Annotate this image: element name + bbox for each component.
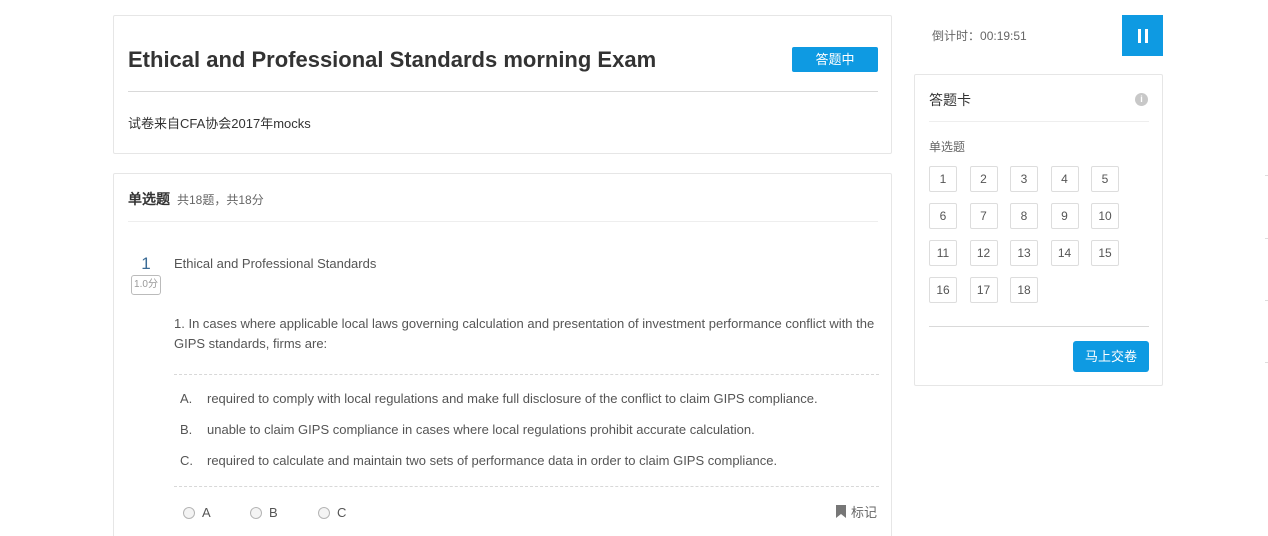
option-letter: C.: [180, 453, 193, 468]
mark-button[interactable]: 标记: [836, 502, 877, 521]
exam-description: 试卷来自CFA协会2017年mocks: [128, 116, 311, 131]
option-a: A. required to comply with local regulati…: [180, 391, 818, 406]
question-nav-8[interactable]: 8: [1010, 203, 1038, 229]
question-nav-11[interactable]: 11: [929, 240, 957, 266]
question-nav-1[interactable]: 1: [929, 166, 957, 192]
answer-radio-c[interactable]: C: [318, 505, 346, 520]
options-divider-top: [174, 374, 879, 375]
question-nav-18[interactable]: 18: [1010, 277, 1038, 303]
question-nav-2[interactable]: 2: [969, 166, 998, 192]
section-divider: [128, 221, 878, 222]
option-c: C. required to calculate and maintain two…: [180, 453, 777, 468]
answer-sheet-type: 单选题: [929, 140, 966, 154]
question-nav-14[interactable]: 14: [1050, 240, 1079, 266]
option-letter: A.: [180, 391, 193, 406]
question-nav-5[interactable]: 5: [1091, 166, 1119, 192]
radio-circle[interactable]: [250, 506, 262, 519]
answer-radio-b[interactable]: B: [250, 505, 278, 520]
status-badge: 答题中: [792, 47, 878, 72]
question-nav-6[interactable]: 6: [929, 203, 957, 229]
radio-circle[interactable]: [183, 506, 195, 519]
answer-radio-a[interactable]: A: [183, 505, 211, 520]
radio-label: A: [202, 505, 211, 520]
answer-sheet-card: 答题卡 i 单选题 1 2 3 4 5 6 7 8 9 10 11 12 13 14 15 16 17 18 马上…: [914, 74, 1163, 386]
question-stem: 1. In cases where applicable local laws …: [174, 316, 875, 351]
countdown-timer: 倒计时：00:19:51: [932, 27, 1027, 44]
timer-value: 00:19:51: [980, 29, 1027, 43]
pause-icon: [1137, 28, 1141, 43]
option-b: B. unable to claim GIPS compliance in cas…: [180, 422, 755, 437]
question-nav-9[interactable]: 9: [1050, 203, 1079, 229]
question-category: Ethical and Professional Standards: [174, 256, 377, 271]
answer-sheet-divider: [929, 121, 1149, 122]
mark-label: 标记: [851, 505, 878, 520]
question-nav-12[interactable]: 12: [969, 240, 998, 266]
option-text: required to comply with local regulation…: [207, 391, 818, 406]
option-letter: B.: [180, 422, 193, 437]
question-score: 1.0分: [131, 275, 161, 295]
question-nav-15[interactable]: 15: [1091, 240, 1119, 266]
pause-button[interactable]: [1122, 15, 1163, 56]
submit-exam-button[interactable]: 马上交卷: [1073, 341, 1149, 372]
question-nav-3[interactable]: 3: [1010, 166, 1038, 192]
timer-label: 倒计时：: [932, 29, 981, 43]
pause-icon-bar: [1144, 28, 1148, 43]
header-divider: [128, 91, 878, 92]
option-text: required to calculate and maintain two s…: [207, 453, 778, 468]
radio-circle[interactable]: [318, 506, 330, 519]
info-icon[interactable]: i: [1135, 93, 1148, 106]
section-title: 单选题: [128, 191, 170, 207]
question-nav-10[interactable]: 10: [1091, 203, 1119, 229]
radio-label: B: [269, 505, 278, 520]
question-nav-17[interactable]: 17: [969, 277, 998, 303]
question-number: 1: [141, 254, 151, 273]
option-text: unable to claim GIPS compliance in cases…: [207, 422, 755, 437]
question-nav-16[interactable]: 16: [929, 277, 957, 303]
bookmark-icon: [836, 505, 846, 518]
answer-sheet-title: 答题卡: [929, 92, 971, 108]
question-nav-4[interactable]: 4: [1050, 166, 1079, 192]
exam-header-card: Ethical and Professional Standards morni…: [113, 15, 892, 154]
options-divider-bottom: [174, 486, 879, 487]
question-card: 单选题 共18题，共18分 1 1.0分 Ethical and Profess…: [113, 173, 892, 536]
answer-sheet-divider-bottom: [929, 326, 1149, 327]
radio-label: C: [337, 505, 347, 520]
question-nav-7[interactable]: 7: [969, 203, 998, 229]
section-meta: 共18题，共18分: [177, 193, 264, 207]
exam-title: Ethical and Professional Standards morni…: [128, 47, 657, 72]
question-nav-13[interactable]: 13: [1010, 240, 1038, 266]
